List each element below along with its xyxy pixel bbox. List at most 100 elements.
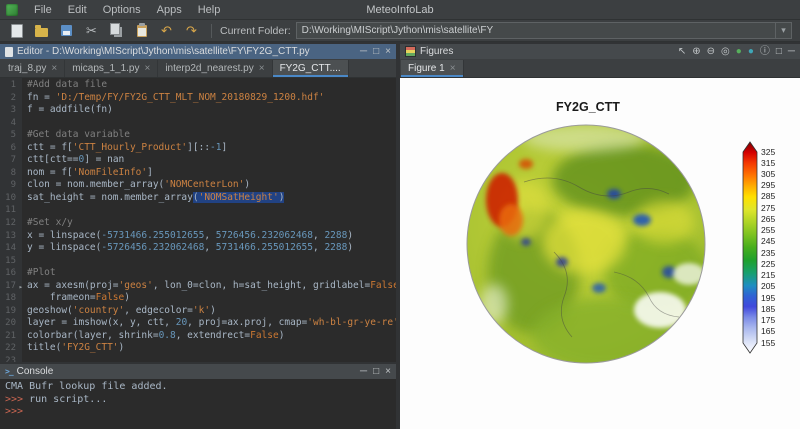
combo-dropdown-icon[interactable]: ▾ (775, 23, 791, 38)
figures-panel-header[interactable]: Figures ↖ ⊕ ⊖ ◎ ● ● ⓘ □ ─ (400, 44, 800, 59)
open-file-icon[interactable] (33, 22, 50, 39)
gutter-line-number: 23 (0, 355, 22, 362)
colorbar-tick-label: 255 (761, 226, 775, 235)
minimize-icon[interactable]: ─ (360, 47, 367, 57)
code-line[interactable]: 18 frameon=False) (0, 292, 396, 305)
code-line[interactable]: 20layer = imshow(x, y, ctt, 20, proj=ax.… (0, 317, 396, 330)
code-line[interactable]: 1#Add data file (0, 79, 396, 92)
code-line[interactable]: 4 (0, 117, 396, 130)
redo-icon[interactable]: ↷ (183, 22, 200, 39)
gutter-line-number: 8 (0, 167, 22, 180)
figures-tabbar: Figure 1 × (400, 59, 800, 78)
editor-panel-header[interactable]: Editor - D:\Working\MIScript\Jython\mis\… (0, 44, 396, 59)
full-extent-icon[interactable]: ◎ (721, 47, 730, 57)
save-icon[interactable] (58, 22, 75, 39)
gutter-line-number: 15 (0, 255, 22, 268)
colorbar-tick-label: 215 (761, 271, 775, 280)
float-icon[interactable]: □ (373, 47, 379, 57)
current-folder-combobox[interactable]: D:\Working\MIScript\Jython\mis\satellite… (296, 22, 792, 39)
info-icon[interactable]: ⓘ (760, 47, 770, 57)
float-icon[interactable]: □ (373, 367, 379, 377)
undo-icon[interactable]: ↶ (158, 22, 175, 39)
meteoinfolab-window: FileEditOptionsAppsHelp MeteoInfoLab ✂ ↶ ↷… (0, 0, 800, 429)
code-line[interactable]: 17▸ax = axesm(proj='geos', lon_0=clon, h… (0, 280, 396, 293)
editor-tab-2[interactable]: interp2d_nearest.py × (158, 60, 272, 77)
minimize-icon[interactable]: ─ (788, 47, 795, 57)
close-icon[interactable]: × (385, 47, 391, 57)
code-line[interactable]: 9clon = nom.member_array('NOMCenterLon') (0, 179, 396, 192)
code-line[interactable]: 14y = linspace(-5726456.232062468, 57314… (0, 242, 396, 255)
figure-tab[interactable]: Figure 1 × (401, 60, 464, 77)
main-area: Editor - D:\Working\MIScript\Jython\mis\… (0, 42, 800, 429)
editor-tabbar: traj_8.py×micaps_1_1.py×interp2d_nearest… (0, 59, 396, 78)
code-line[interactable]: 15 (0, 255, 396, 268)
console-output[interactable]: CMA Bufr lookup file added.>>> run scrip… (0, 379, 396, 429)
current-folder-label: Current Folder: (220, 25, 291, 37)
menu-edit[interactable]: Edit (60, 3, 95, 17)
editor-tab-label: FY2G_CTT.... (280, 63, 341, 74)
new-script-icon[interactable] (8, 22, 25, 39)
rotate-icon[interactable]: ● (748, 47, 754, 57)
copy-icon[interactable] (108, 22, 125, 39)
gutter-line-number: 13 (0, 230, 22, 243)
gutter-line-number: 4 (0, 117, 22, 130)
editor-tab-label: micaps_1_1.py (72, 63, 139, 74)
float-icon[interactable]: □ (776, 47, 782, 57)
zoom-in-icon[interactable]: ⊕ (692, 47, 700, 57)
gutter-line-number: 22 (0, 342, 22, 355)
menu-apps[interactable]: Apps (149, 3, 190, 17)
code-line[interactable]: 13x = linspace(-5731466.255012655, 57264… (0, 230, 396, 243)
menu-options[interactable]: Options (95, 3, 149, 17)
code-line[interactable]: 23 (0, 355, 396, 362)
zoom-out-icon[interactable]: ⊖ (707, 47, 715, 57)
gutter-line-number: 5 (0, 129, 22, 142)
menu-bar: FileEditOptionsAppsHelp MeteoInfoLab (0, 0, 800, 20)
editor-tab-1[interactable]: micaps_1_1.py × (65, 60, 158, 77)
identify-icon[interactable]: ● (736, 47, 742, 57)
console-panel-header[interactable]: >_ Console ─□× (0, 364, 396, 379)
code-line[interactable]: 8nom = f['NomFileInfo'] (0, 167, 396, 180)
colorbar-tick-label: 225 (761, 260, 775, 269)
gutter-line-number: 14 (0, 242, 22, 255)
colorbar-tick-label: 325 (761, 148, 775, 157)
cut-icon[interactable]: ✂ (83, 22, 100, 39)
figure-canvas[interactable]: FY2G_CTT (400, 78, 800, 429)
close-tab-icon[interactable]: × (259, 63, 265, 74)
code-line[interactable]: 19geoshow('country', edgecolor='k') (0, 305, 396, 318)
colorbar-tick-label: 155 (761, 339, 775, 348)
colorbar-labels: 3253153052952852752652552452352252152051… (761, 141, 795, 354)
colorbar-tick-label: 175 (761, 316, 775, 325)
gutter-line-number: 17▸ (0, 280, 22, 293)
code-line[interactable]: 12#Set x/y (0, 217, 396, 230)
close-tab-icon[interactable]: × (450, 63, 456, 74)
code-line[interactable]: 21colorbar(layer, shrink=0.8, extendrect… (0, 330, 396, 343)
editor-tab-3[interactable]: FY2G_CTT.... (273, 60, 349, 77)
colorbar-tick-label: 275 (761, 204, 775, 213)
current-folder-value: D:\Working\MIScript\Jython\mis\satellite… (297, 25, 775, 36)
paste-icon[interactable] (133, 22, 150, 39)
code-line[interactable]: 11 (0, 204, 396, 217)
code-line[interactable]: 16#Plot (0, 267, 396, 280)
code-line[interactable]: 6ctt = f['CTT_Hourly_Product'][::-1] (0, 142, 396, 155)
editor-tab-label: interp2d_nearest.py (165, 63, 253, 74)
close-tab-icon[interactable]: × (144, 63, 150, 74)
menu-file[interactable]: File (26, 3, 60, 17)
figures-title: Figures (420, 46, 672, 57)
code-line[interactable]: 2fn = 'D:/Temp/FY/FY2G_CTT_MLT_NOM_20180… (0, 92, 396, 105)
code-editor[interactable]: 1#Add data file2fn = 'D:/Temp/FY/FY2G_CT… (0, 78, 396, 362)
code-line[interactable]: 22title('FY2G_CTT') (0, 342, 396, 355)
code-line[interactable]: 10sat_height = nom.member_array('NOMSatH… (0, 192, 396, 205)
select-arrow-icon[interactable]: ↖ (678, 47, 686, 57)
figures-header-icons: ↖ ⊕ ⊖ ◎ ● ● ⓘ □ ─ (678, 47, 795, 57)
colorbar-tick-label: 305 (761, 170, 775, 179)
code-line[interactable]: 7ctt[ctt==0] = nan (0, 154, 396, 167)
colorbar-tick-label: 165 (761, 327, 775, 336)
code-line[interactable]: 5#Get data variable (0, 129, 396, 142)
close-tab-icon[interactable]: × (51, 63, 57, 74)
editor-tab-0[interactable]: traj_8.py× (1, 60, 65, 77)
minimize-icon[interactable]: ─ (360, 367, 367, 377)
close-icon[interactable]: × (385, 367, 391, 377)
toolbar-separator (211, 24, 212, 38)
menu-help[interactable]: Help (190, 3, 229, 17)
code-line[interactable]: 3f = addfile(fn) (0, 104, 396, 117)
